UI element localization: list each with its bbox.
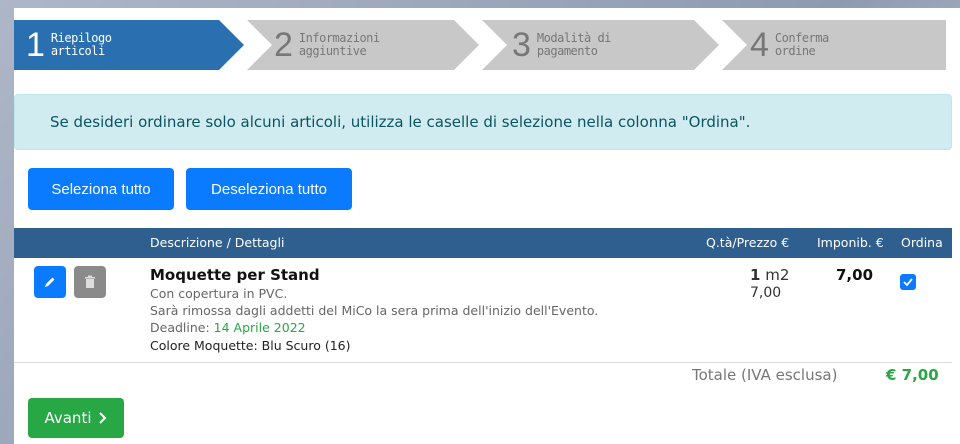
step-4-number: 4 — [750, 26, 769, 64]
step-2-label-line1: Informazioni — [298, 31, 380, 45]
header-qty-price: Q.tà/Prezzo € — [706, 235, 790, 250]
step-2-number: 2 — [274, 26, 293, 64]
next-button[interactable]: Avanti — [28, 398, 124, 438]
delete-button[interactable] — [74, 266, 106, 298]
table-divider — [14, 362, 952, 363]
step-2-label-line2: aggiuntive — [298, 44, 367, 58]
step-3-label-line1: Modalità di — [536, 31, 611, 45]
item-line1: Con copertura in PVC. — [150, 286, 288, 301]
total-label: Totale (IVA esclusa) — [692, 366, 838, 384]
edit-button[interactable] — [34, 266, 66, 298]
step-1-label-line1: Riepilogo — [50, 31, 112, 45]
step-3-number: 3 — [512, 26, 531, 64]
step-1-label-line2: articoli — [50, 44, 105, 58]
checkout-stepper: 1 Riepilogo articoli 2 Informazioni aggi… — [14, 20, 946, 70]
step-4-label-line1: Conferma — [774, 31, 829, 45]
item-color: Colore Moquette: Blu Scuro (16) — [150, 338, 351, 353]
step-4: 4 Conferma ordine — [750, 20, 829, 70]
trash-icon — [85, 275, 95, 288]
qty-value: 1 — [750, 266, 761, 284]
table-row: Moquette per Stand Con copertura in PVC.… — [14, 258, 952, 360]
pencil-icon — [45, 277, 55, 287]
info-alert-text: Se desideri ordinare solo alcuni articol… — [50, 113, 751, 131]
next-button-label: Avanti — [44, 409, 92, 427]
step-1: 1 Riepilogo articoli — [26, 20, 112, 70]
chevron-right-icon — [98, 412, 106, 424]
item-qty: 1 m2 — [750, 266, 789, 284]
check-icon — [903, 278, 913, 287]
item-line2: Sarà rimossa dagli addetti del MiCo la s… — [150, 303, 599, 318]
info-alert: Se desideri ordinare solo alcuni articol… — [14, 94, 952, 150]
item-taxable: 7,00 — [836, 266, 874, 284]
order-checkbox[interactable] — [900, 274, 916, 290]
header-order: Ordina — [901, 235, 943, 250]
step-4-label-line2: ordine — [774, 44, 816, 58]
select-all-button[interactable]: Seleziona tutto — [28, 168, 174, 210]
table-header: Descrizione / Dettagli Q.tà/Prezzo € Imp… — [14, 228, 952, 258]
item-price: 7,00 — [750, 285, 782, 301]
step-1-number: 1 — [26, 26, 45, 64]
qty-unit: m2 — [765, 266, 790, 284]
step-3: 3 Modalità di pagamento — [512, 20, 611, 70]
deadline-label: Deadline: — [150, 320, 210, 335]
item-deadline: Deadline: 14 Aprile 2022 — [150, 320, 306, 335]
header-taxable: Imponib. € — [817, 235, 884, 250]
step-2: 2 Informazioni aggiuntive — [274, 20, 380, 70]
total-value: € 7,00 — [886, 366, 939, 384]
deadline-value: 14 Aprile 2022 — [213, 320, 306, 335]
header-description: Descrizione / Dettagli — [150, 235, 285, 250]
step-3-label-line2: pagamento — [536, 44, 598, 58]
item-title: Moquette per Stand — [150, 266, 320, 284]
deselect-all-button[interactable]: Deseleziona tutto — [186, 168, 352, 210]
